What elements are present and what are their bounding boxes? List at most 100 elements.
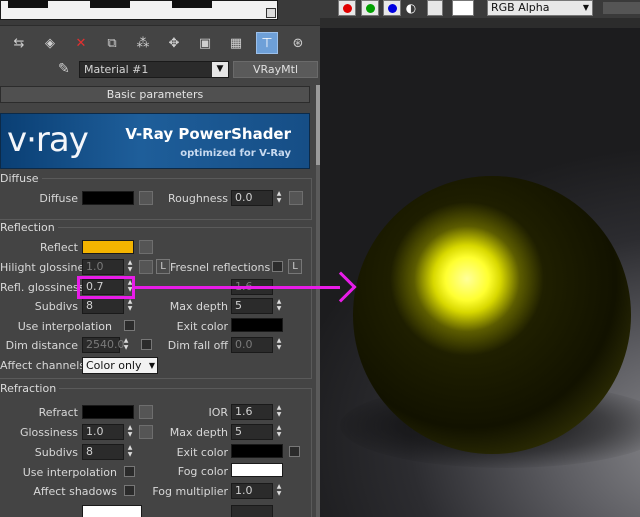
roughness-map-button[interactable] [289, 191, 303, 205]
green-channel-button[interactable] [361, 0, 379, 16]
toolbar-overflow [603, 2, 640, 14]
put-to-scene-icon[interactable]: ◈ [39, 32, 61, 54]
reflect-exit-color-label: Exit color [176, 320, 228, 333]
reflect-exit-color-swatch[interactable] [231, 318, 283, 332]
diffuse-color-swatch[interactable] [82, 191, 134, 205]
refract-max-depth-spinner-icon[interactable]: ▲ ▼ [274, 424, 284, 440]
material-name-text: Material #1 [84, 63, 149, 76]
ior-label: IOR [208, 406, 228, 419]
show-end-result-icon[interactable]: ⊤ [256, 32, 278, 54]
refl-glossiness-label: Refl. glossiness [0, 281, 85, 294]
fresnel-reflections-checkbox[interactable] [272, 261, 283, 272]
show-map-icon[interactable]: ▦ [225, 32, 247, 54]
fog-multiplier-label: Fog multiplier [152, 485, 228, 498]
fog-multiplier-spinner-icon[interactable]: ▲ ▼ [274, 483, 284, 499]
material-name-row: ✎ Material #1 ▼ VRayMtl [0, 60, 320, 80]
fog-color-swatch[interactable] [231, 463, 283, 477]
reflect-map-button[interactable] [139, 240, 153, 254]
dim-fall-off-input[interactable]: 0.0 [231, 337, 273, 353]
hilight-lock-button[interactable]: L [156, 259, 170, 274]
diffuse-group-label: Diffuse [0, 172, 42, 185]
render-toolbar: ◐ RGB Alpha ▼ [320, 0, 640, 18]
hilight-map-button[interactable] [139, 260, 153, 274]
refract-subdivs-input[interactable]: 8 [82, 444, 124, 460]
dim-fall-off-spinner-icon[interactable]: ▲ ▼ [274, 337, 284, 353]
monochrome-icon[interactable]: ◐ [403, 0, 419, 16]
partial-row-input[interactable] [231, 505, 273, 517]
fog-multiplier-input[interactable]: 1.0 [231, 483, 273, 499]
chevron-down-icon[interactable]: ▼ [212, 62, 228, 77]
red-dot-icon [343, 4, 352, 13]
affect-shadows-label: Affect shadows [33, 485, 117, 498]
reflect-use-interpolation-checkbox[interactable] [124, 320, 135, 331]
make-unique-icon[interactable]: ⁂ [132, 32, 154, 54]
render-viewport [320, 28, 640, 517]
hilight-spinner-icon[interactable]: ▲ ▼ [125, 259, 135, 275]
refract-use-interpolation-checkbox[interactable] [124, 466, 135, 477]
dim-distance-label: Dim distance [5, 339, 78, 352]
refract-use-interpolation-label: Use interpolation [22, 466, 117, 479]
roughness-input[interactable]: 0.0 [231, 190, 273, 206]
chevron-down-icon: ▼ [582, 3, 589, 12]
reflection-group-label: Reflection [0, 221, 58, 234]
refract-subdivs-spinner-icon[interactable]: ▲ ▼ [125, 444, 135, 460]
refract-glossiness-spinner-icon[interactable]: ▲ ▼ [125, 424, 135, 440]
channel-select-value: RGB Alpha [491, 1, 550, 14]
refract-glossiness-label: Glossiness [19, 426, 78, 439]
make-copy-icon[interactable]: ⧉ [101, 32, 123, 54]
reflect-subdivs-label: Subdivs [34, 300, 78, 313]
red-channel-button[interactable] [338, 0, 356, 16]
material-id-icon[interactable]: ▣ [194, 32, 216, 54]
partial-row-swatch[interactable] [82, 505, 142, 517]
refract-exit-color-swatch[interactable] [231, 444, 283, 458]
blue-channel-button[interactable] [383, 0, 401, 16]
roughness-spinner-icon[interactable]: ▲ ▼ [274, 190, 284, 206]
reflect-subdivs-input[interactable]: 8 [82, 298, 124, 314]
affect-channels-label: Affect channels [0, 359, 85, 372]
refract-max-depth-input[interactable]: 5 [231, 424, 273, 440]
clear-button[interactable] [427, 0, 443, 16]
ior-spinner-icon[interactable]: ▲ ▼ [274, 404, 284, 420]
refract-color-swatch[interactable] [82, 405, 134, 419]
dim-distance-input[interactable]: 2540.0 [82, 337, 125, 353]
reflect-use-interpolation-label: Use interpolation [17, 320, 112, 333]
put-to-library-icon[interactable]: ✥ [163, 32, 185, 54]
affect-channels-value: Color only [86, 359, 142, 372]
eyedropper-icon[interactable]: ✎ [58, 61, 70, 77]
reflect-max-depth-input[interactable]: 5 [231, 298, 273, 314]
vray-banner: v·ray V-Ray PowerShader optimized for V-… [0, 113, 310, 169]
refract-max-depth-label: Max depth [169, 426, 228, 439]
refract-subdivs-label: Subdivs [34, 446, 78, 459]
dim-distance-spinner-icon[interactable]: ▲ ▼ [121, 337, 131, 353]
chevron-down-icon: ▼ [148, 361, 155, 370]
green-dot-icon [366, 4, 375, 13]
refraction-group-label: Refraction [0, 382, 60, 395]
sample-slot-border [90, 0, 130, 8]
basic-parameters-rollout[interactable]: Basic parameters [0, 86, 310, 103]
background-swatch[interactable] [452, 0, 474, 16]
hilight-glossiness-input[interactable]: 1.0 [82, 259, 124, 275]
slot-scroll-button[interactable] [266, 8, 276, 18]
material-name-field[interactable]: Material #1 ▼ [79, 61, 229, 78]
refract-label: Refract [38, 406, 78, 419]
go-to-parent-icon[interactable]: ⊛ [287, 32, 309, 54]
get-material-icon[interactable]: ⇆ [8, 32, 30, 54]
render-frame-window: ◐ RGB Alpha ▼ [320, 0, 640, 517]
fresnel-lock-button[interactable]: L [288, 259, 302, 274]
vray-logo: v·ray [7, 120, 89, 160]
reflect-max-depth-spinner-icon[interactable]: ▲ ▼ [274, 298, 284, 314]
banner-title: V-Ray PowerShader [125, 125, 291, 143]
reflect-subdivs-spinner-icon[interactable]: ▲ ▼ [125, 298, 135, 314]
diffuse-label: Diffuse [39, 192, 78, 205]
ior-input[interactable]: 1.6 [231, 404, 273, 420]
roughness-label: Roughness [167, 192, 228, 205]
reflect-color-swatch[interactable] [82, 240, 134, 254]
material-type-button[interactable]: VRayMtl [233, 61, 318, 78]
refract-glossiness-input[interactable]: 1.0 [82, 424, 124, 440]
reflect-label: Reflect [40, 241, 78, 254]
delete-icon[interactable]: ✕ [70, 32, 92, 54]
banner-subtitle: optimized for V-Ray [180, 148, 291, 159]
channel-select[interactable]: RGB Alpha ▼ [487, 0, 593, 16]
affect-channels-select[interactable]: Color only ▼ [82, 357, 158, 374]
refract-exit-color-checkbox[interactable] [289, 446, 300, 457]
